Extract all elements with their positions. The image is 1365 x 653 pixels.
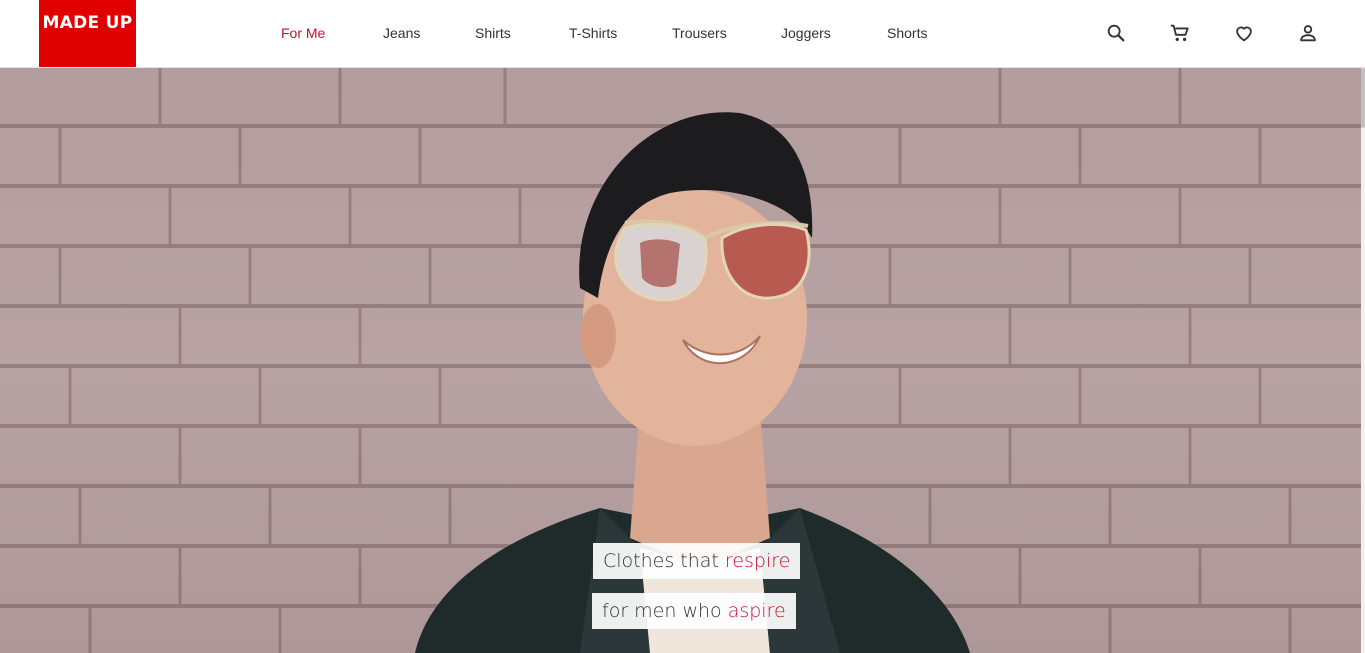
tagline-line1-prefix: Clothes that [603,550,725,572]
nav-item-jeans[interactable]: Jeans [383,25,420,41]
nav-item-shirts[interactable]: Shirts [475,25,511,41]
tagline-line2-highlight: aspire [727,600,786,622]
nav-item-shorts[interactable]: Shorts [887,25,927,41]
account-button[interactable] [1295,20,1321,46]
tagline-line2-prefix: for men who [602,600,728,622]
nav-item-t-shirts[interactable]: T-Shirts [569,25,617,41]
heart-icon [1236,26,1252,42]
nav-item-joggers[interactable]: Joggers [781,25,831,41]
nav-item-for-me[interactable]: For Me [281,25,325,41]
search-icon [1107,24,1125,42]
hero-tagline-line1: Clothes that respire [593,543,801,579]
wishlist-button[interactable] [1231,20,1257,46]
cart-icon [1170,24,1189,42]
page-scrollbar[interactable] [1361,68,1365,653]
scrollbar-thumb[interactable] [1361,68,1365,128]
main-nav: For Me Jeans Shirts T-Shirts Trousers Jo… [0,0,1365,67]
hero-tagline-line2: for men who aspire [592,593,796,629]
page: MADE UP For Me Jeans Shirts T-Shirts Tro… [0,0,1365,653]
tagline-line1-highlight: respire [724,550,791,572]
hero-banner: Clothes that respire for men who aspire [0,68,1365,653]
nav-item-trousers[interactable]: Trousers [672,25,727,41]
site-header: MADE UP For Me Jeans Shirts T-Shirts Tro… [0,0,1365,68]
user-icon [1300,25,1316,42]
cart-button[interactable] [1167,20,1193,46]
search-button[interactable] [1103,20,1129,46]
